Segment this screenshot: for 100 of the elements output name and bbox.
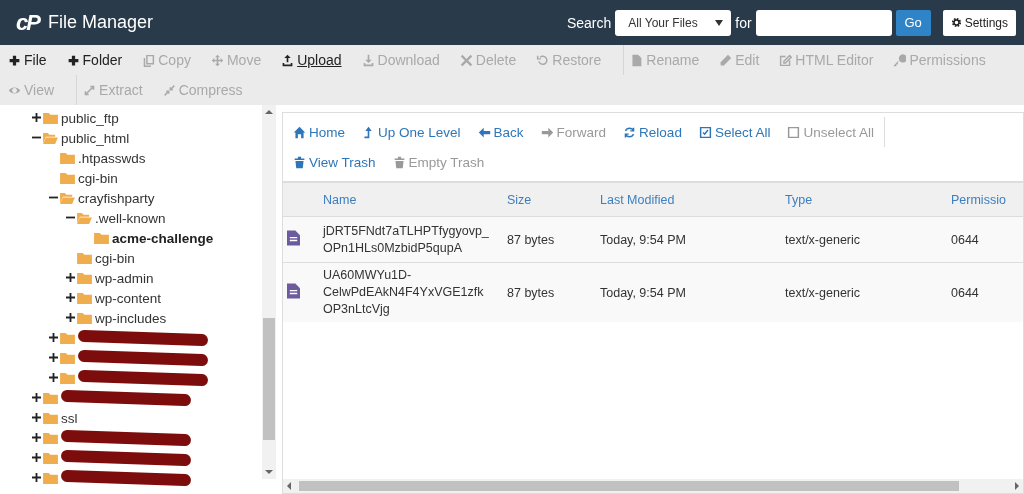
- folder-icon: [60, 371, 75, 385]
- folder-icon: [77, 291, 92, 305]
- folder-item[interactable]: cgi-bin: [95, 250, 135, 266]
- folder-item[interactable]: cgi-bin: [78, 170, 118, 186]
- folder-icon: [60, 331, 75, 345]
- folder-item[interactable]: wp-admin: [95, 270, 154, 286]
- column-header[interactable]: Last Modified: [600, 192, 675, 207]
- nav-button[interactable]: View Trash: [293, 154, 376, 170]
- pencil-icon: [719, 53, 733, 67]
- checkbox-icon: [698, 125, 712, 139]
- permissions: 0644: [951, 285, 979, 300]
- folder-item[interactable]: .htpasswds: [78, 150, 146, 166]
- go-button[interactable]: Go: [895, 9, 931, 36]
- expand-icon[interactable]: [32, 453, 42, 463]
- expand-icon[interactable]: [49, 333, 59, 343]
- column-header[interactable]: Type: [785, 192, 813, 207]
- logo: cP: [16, 9, 39, 36]
- expand-icon[interactable]: [49, 373, 59, 383]
- file-size: 87 bytes: [507, 232, 555, 247]
- scrollbar[interactable]: [262, 105, 276, 479]
- folder-icon: [77, 311, 92, 325]
- file-type: text/x-generic: [785, 232, 861, 247]
- folder-icon: [77, 251, 92, 265]
- folder-item[interactable]: public_html: [61, 130, 130, 146]
- expand-icon[interactable]: [32, 113, 42, 123]
- modified-date: Today, 9:54 PM: [600, 232, 686, 247]
- scroll-thumb[interactable]: [299, 481, 959, 491]
- trash-icon: [392, 155, 406, 169]
- folder-icon: [60, 151, 75, 165]
- folder-item[interactable]: acme-challenge: [112, 230, 214, 246]
- compress-icon: [162, 83, 176, 97]
- folder-item[interactable]: wp-content: [95, 290, 162, 306]
- toolbar-button[interactable]: Upload: [281, 52, 350, 68]
- folder-item[interactable]: .well-known: [95, 210, 166, 226]
- file-size: 87 bytes: [507, 285, 555, 300]
- forward-arrow-icon: [540, 125, 554, 139]
- folder-icon: [43, 111, 58, 125]
- scroll-left-icon[interactable]: [287, 482, 291, 490]
- scope-dropdown[interactable]: All Your Files: [615, 9, 732, 36]
- scroll-down-icon[interactable]: [265, 470, 273, 474]
- expand-icon[interactable]: [66, 273, 76, 283]
- nav-button[interactable]: Back: [477, 124, 524, 140]
- toolbar-button[interactable]: Folder: [66, 52, 131, 68]
- for-label: for: [735, 14, 752, 31]
- open-folder-icon: [77, 211, 92, 225]
- column-header[interactable]: Name: [323, 192, 357, 207]
- expand-icon[interactable]: [32, 393, 42, 403]
- file-type: text/x-generic: [785, 285, 861, 300]
- document-icon: [287, 283, 300, 299]
- nav-button[interactable]: Up One Level: [362, 124, 461, 140]
- nav-button[interactable]: Select All: [698, 124, 771, 140]
- download-icon: [361, 53, 375, 67]
- expand-icon[interactable]: [49, 353, 59, 363]
- home-icon: [293, 125, 306, 139]
- nav-button[interactable]: Reload: [623, 124, 682, 140]
- upload-icon: [281, 53, 295, 67]
- folder-icon: [43, 451, 58, 465]
- scroll-right-icon[interactable]: [1015, 482, 1019, 490]
- folder-icon: [77, 271, 92, 285]
- folder-item[interactable]: ssl: [61, 410, 78, 426]
- toolbar-button[interactable]: File: [8, 52, 55, 68]
- folder-item[interactable]: crayfishparty: [78, 190, 155, 206]
- scroll-thumb[interactable]: [263, 318, 275, 440]
- settings-icon: [950, 17, 962, 28]
- key-icon: [893, 53, 907, 67]
- folder-item[interactable]: public_ftp: [61, 110, 119, 126]
- scroll-up-icon[interactable]: [265, 110, 273, 114]
- folder-icon: [43, 471, 58, 485]
- folder-icon: [43, 431, 58, 445]
- expand-icon[interactable]: [66, 313, 76, 323]
- scrollbar[interactable]: [283, 479, 1023, 493]
- expand-icon[interactable]: [32, 433, 42, 443]
- open-folder-icon: [60, 191, 75, 205]
- checkbox-icon: [787, 125, 801, 139]
- cross-icon: [459, 53, 473, 67]
- folder-icon: [94, 231, 109, 245]
- document-icon: [287, 230, 300, 246]
- trash-icon: [293, 155, 306, 169]
- reload-icon: [623, 125, 637, 139]
- expand-icon[interactable]: [66, 293, 76, 303]
- folder-icon: [43, 391, 58, 405]
- document-icon: [630, 53, 644, 67]
- undo-icon: [536, 53, 550, 67]
- search-label: Search: [566, 14, 612, 31]
- expand-icon[interactable]: [32, 413, 42, 423]
- edit-icon: [779, 53, 793, 67]
- open-folder-icon: [43, 131, 58, 145]
- folder-item[interactable]: wp-includes: [95, 310, 167, 326]
- folder-icon: [60, 351, 75, 365]
- settings-button[interactable]: Settings: [942, 9, 1016, 36]
- modified-date: Today, 9:54 PM: [600, 285, 686, 300]
- column-header[interactable]: Size: [507, 192, 532, 207]
- folder-icon: [43, 411, 58, 425]
- nav-button[interactable]: Home: [293, 124, 345, 140]
- expand-icon[interactable]: [32, 473, 42, 483]
- move-icon: [210, 53, 224, 67]
- search-field[interactable]: [755, 9, 892, 36]
- plus-icon: [8, 53, 21, 67]
- expand-icon: [83, 83, 97, 97]
- back-arrow-icon: [477, 125, 491, 139]
